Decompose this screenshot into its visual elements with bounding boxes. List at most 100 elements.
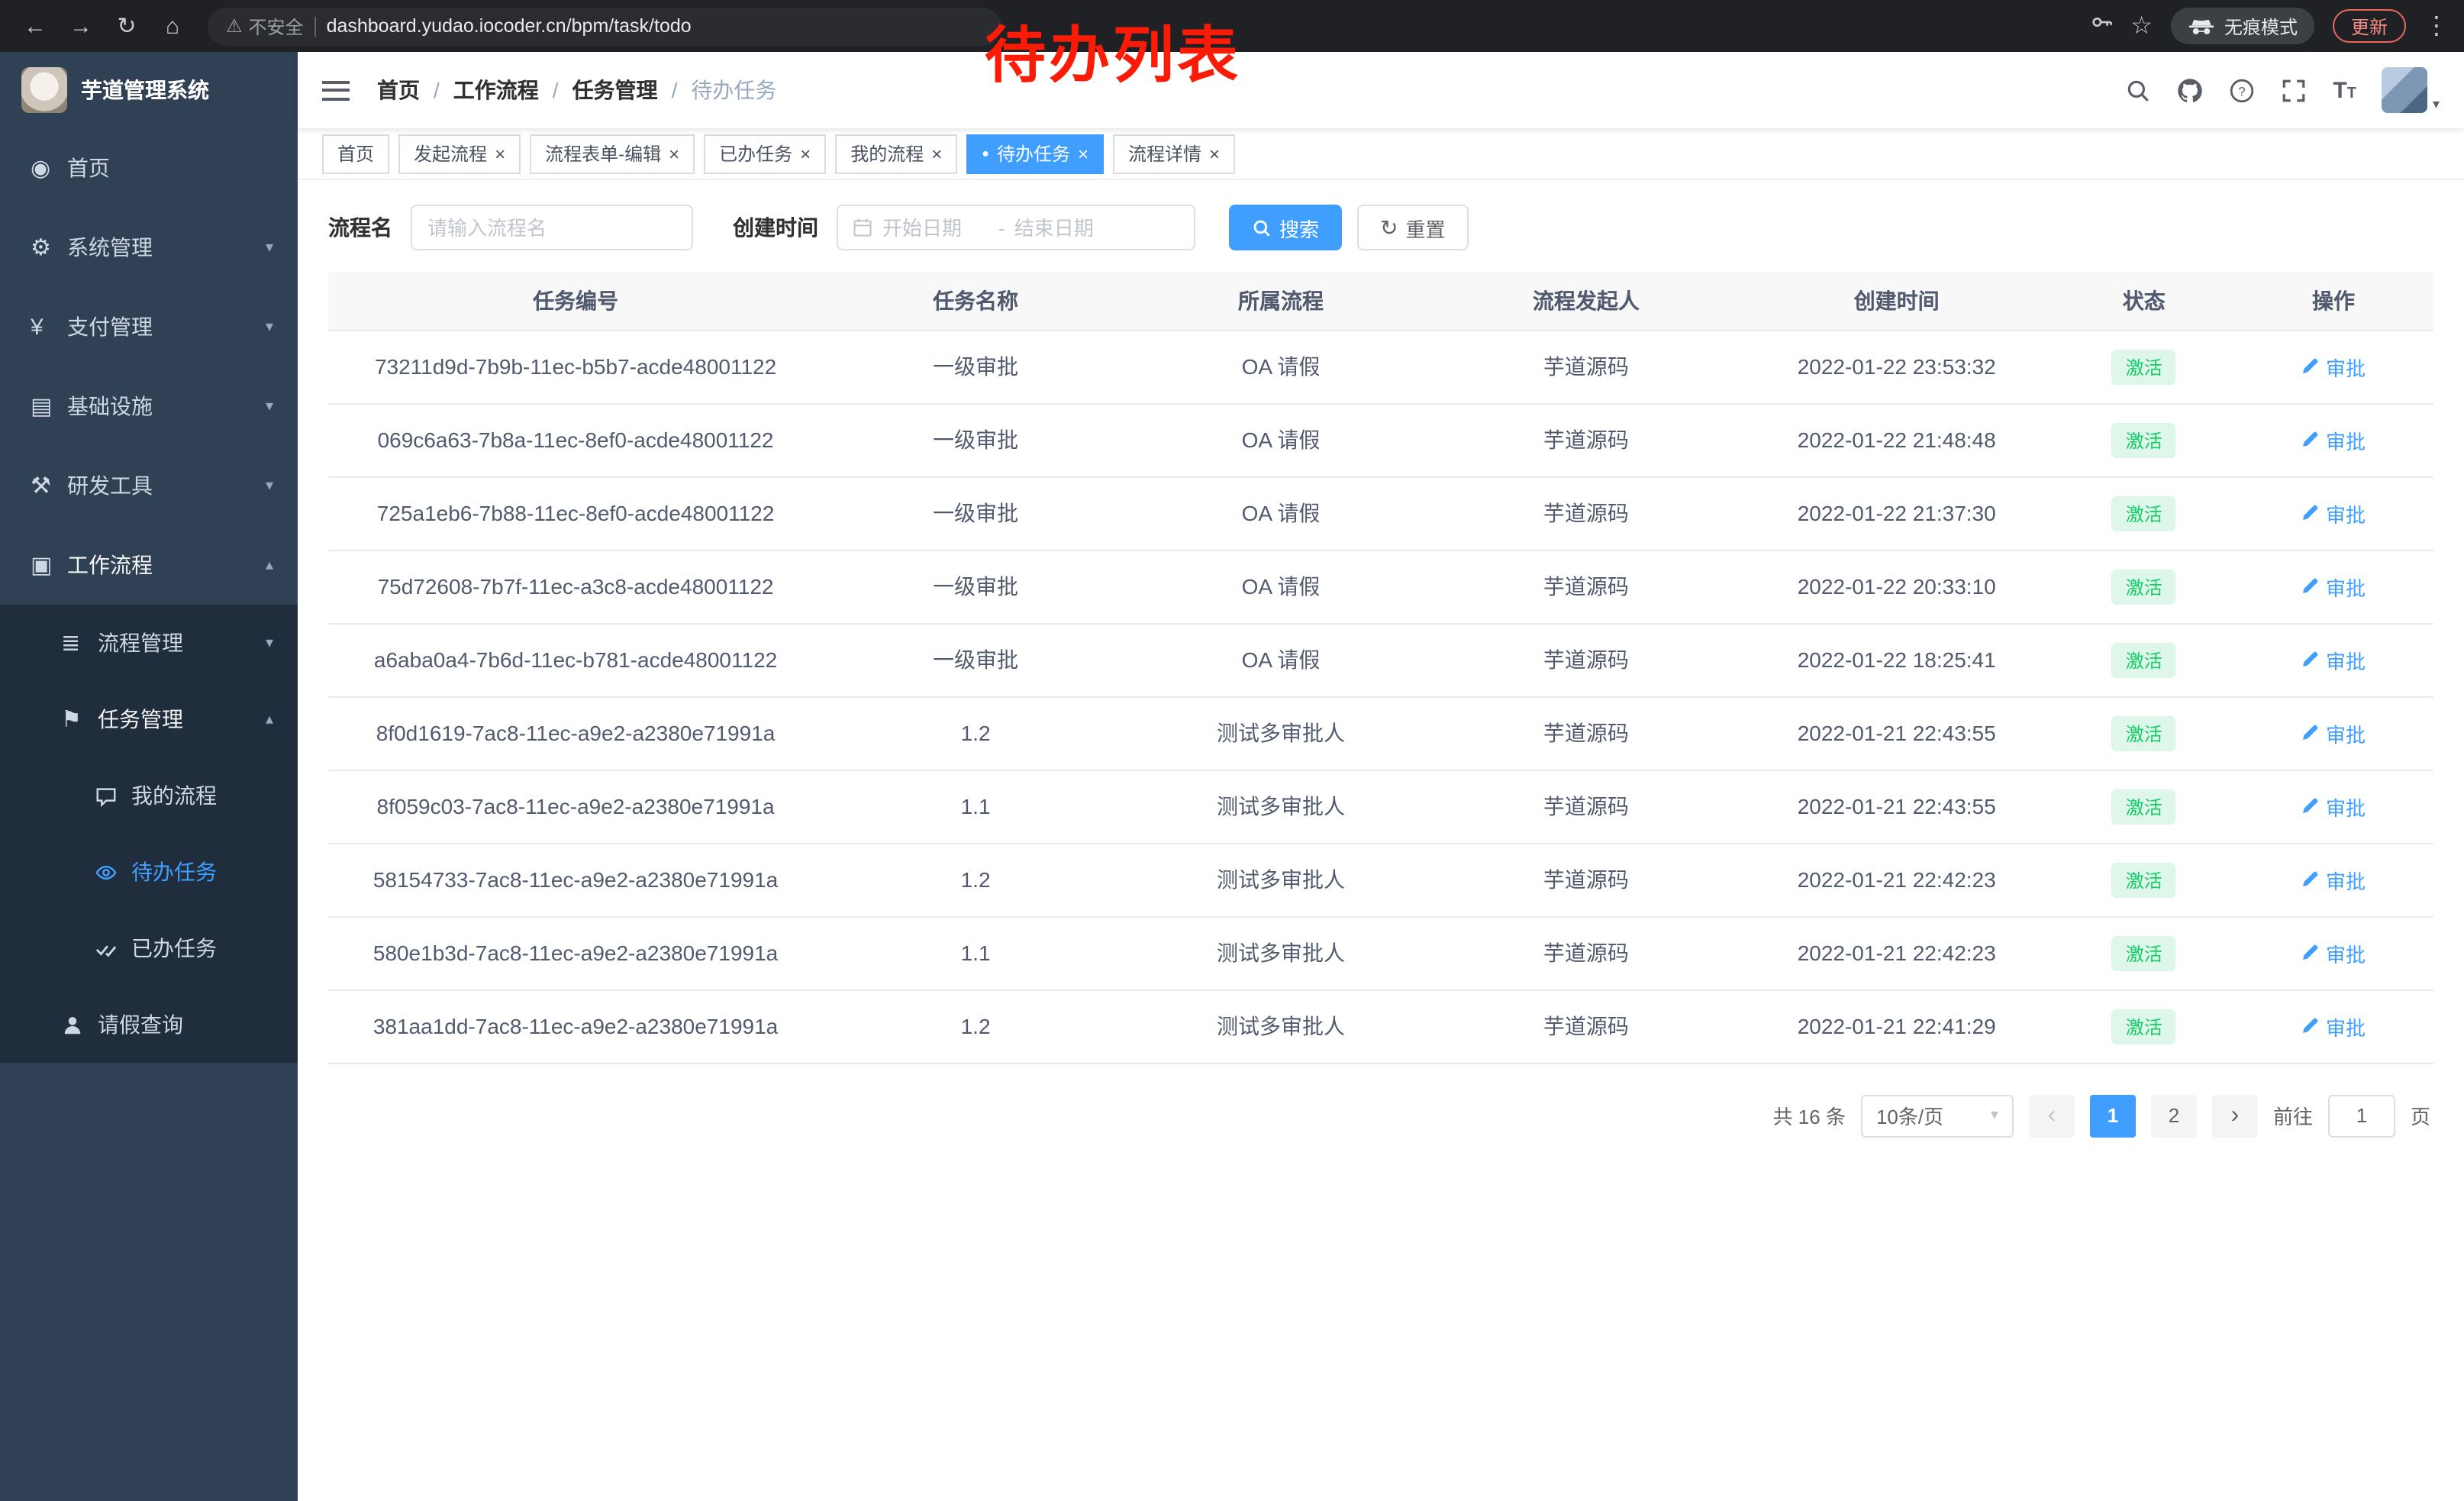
approve-button[interactable]: 审批: [2301, 572, 2366, 601]
sidebar-item-done-tasks[interactable]: 已办任务: [0, 910, 298, 986]
status-badge: 激活: [2112, 862, 2176, 897]
security-indicator[interactable]: ⚠ 不安全: [226, 13, 304, 39]
date-range-picker[interactable]: -: [837, 205, 1195, 250]
approve-button[interactable]: 审批: [2301, 938, 2366, 967]
person-icon: [61, 1013, 98, 1036]
calendar-icon: [852, 217, 873, 238]
chevron-down-icon: ▾: [266, 239, 273, 256]
dashboard-icon: ◉: [31, 154, 67, 182]
browser-back-icon[interactable]: ←: [15, 6, 55, 46]
tab-my-process[interactable]: 我的流程 ×: [835, 134, 957, 173]
eye-icon: [95, 860, 131, 883]
sidebar-item-task-management[interactable]: ⚑ 任务管理 ▴: [0, 681, 298, 757]
col-action: 操作: [2233, 272, 2433, 330]
font-size-icon[interactable]: TT: [2333, 77, 2356, 103]
sidebar-item-payment[interactable]: ¥ 支付管理 ▾: [0, 287, 298, 366]
sidebar-item-devtools[interactable]: ⚒ 研发工具 ▾: [0, 446, 298, 525]
create-time-label: 创建时间: [733, 212, 818, 243]
browser-forward-icon[interactable]: →: [61, 6, 101, 46]
breadcrumb-workflow[interactable]: 工作流程: [453, 75, 539, 105]
search-button[interactable]: 搜索: [1229, 205, 1342, 250]
table-row: 725a1eb6-7b88-11ec-8ef0-acde48001122 一级审…: [328, 476, 2433, 550]
col-status: 状态: [2055, 272, 2233, 330]
start-date-input[interactable]: [882, 216, 989, 239]
sidebar-item-infrastructure[interactable]: ▤ 基础设施 ▾: [0, 366, 298, 446]
breadcrumb-current: 待办任务: [691, 75, 776, 105]
approve-button[interactable]: 审批: [2301, 1012, 2366, 1041]
sidebar-item-leave-query[interactable]: 请假查询: [0, 986, 298, 1063]
filter-bar: 流程名 创建时间 - 搜索 ↻ 重置: [298, 205, 2464, 250]
update-button[interactable]: 更新: [2333, 9, 2406, 43]
edit-icon: [2301, 650, 2320, 669]
table-header-row: 任务编号 任务名称 所属流程 流程发起人 创建时间 状态 操作: [328, 272, 2433, 330]
browser-menu-icon[interactable]: ⋮: [2424, 11, 2449, 41]
page-size-select[interactable]: 10条/页 ▾: [1861, 1094, 2014, 1137]
chevron-down-icon: ▾: [266, 318, 273, 335]
approve-button[interactable]: 审批: [2301, 499, 2366, 528]
close-icon[interactable]: ×: [1209, 144, 1220, 163]
sidebar-item-workflow[interactable]: ▣ 工作流程 ▴: [0, 525, 298, 605]
tab-done-tasks[interactable]: 已办任务 ×: [704, 134, 826, 173]
tab-todo-tasks[interactable]: ● 待办任务 ×: [966, 134, 1104, 173]
edit-icon: [2301, 797, 2320, 815]
sidebar-item-process-management[interactable]: ≣ 流程管理 ▾: [0, 605, 298, 681]
reset-button[interactable]: ↻ 重置: [1357, 205, 1469, 250]
sidebar-toggle-icon[interactable]: [322, 75, 350, 105]
col-process: 所属流程: [1128, 272, 1434, 330]
tab-home[interactable]: 首页: [322, 134, 389, 173]
approve-button[interactable]: 审批: [2301, 352, 2366, 381]
sidebar-item-todo-tasks[interactable]: 待办任务: [0, 834, 298, 910]
close-icon[interactable]: ×: [931, 144, 942, 163]
close-icon[interactable]: ×: [495, 144, 505, 163]
next-page-button[interactable]: ›: [2212, 1094, 2258, 1137]
divider: [314, 16, 316, 36]
tab-form-edit[interactable]: 流程表单-编辑 ×: [530, 134, 695, 173]
approve-button[interactable]: 审批: [2301, 425, 2366, 454]
github-icon[interactable]: [2177, 77, 2203, 103]
fullscreen-icon[interactable]: [2281, 77, 2307, 103]
annotation-text: 待办列表: [985, 6, 1241, 95]
app-logo: 芋道管理系统: [0, 52, 298, 128]
close-icon[interactable]: ×: [1078, 144, 1088, 163]
prev-page-button[interactable]: ‹: [2029, 1094, 2075, 1137]
goto-page-input[interactable]: [2328, 1094, 2395, 1137]
edit-icon: [2301, 1017, 2320, 1035]
bookmark-star-icon[interactable]: ☆: [2130, 11, 2153, 41]
breadcrumb-task-management[interactable]: 任务管理: [572, 75, 658, 105]
svg-text:?: ?: [2239, 83, 2246, 98]
address-bar[interactable]: ⚠ 不安全 dashboard.yudao.iocoder.cn/bpm/tas…: [208, 7, 1001, 45]
process-name-input[interactable]: [411, 205, 693, 250]
approve-button[interactable]: 审批: [2301, 718, 2366, 747]
approve-button[interactable]: 审批: [2301, 792, 2366, 821]
page-button-2[interactable]: 2: [2151, 1094, 2197, 1137]
table-row: 58154733-7ac8-11ec-a9e2-a2380e71991a 1.2…: [328, 843, 2433, 916]
end-date-input[interactable]: [1014, 216, 1121, 239]
approve-button[interactable]: 审批: [2301, 645, 2366, 674]
sidebar-item-home[interactable]: ◉ 首页: [0, 128, 298, 208]
key-icon[interactable]: [2089, 11, 2112, 41]
tab-start-process[interactable]: 发起流程 ×: [398, 134, 521, 173]
page-button-1[interactable]: 1: [2090, 1094, 2136, 1137]
user-menu[interactable]: ▾: [2382, 67, 2440, 113]
sidebar: 芋道管理系统 ◉ 首页 ⚙ 系统管理 ▾ ¥ 支付管理 ▾ ▤ 基础设施 ▾ ⚒…: [0, 52, 298, 1501]
browser-home-icon[interactable]: ⌂: [153, 6, 192, 46]
approve-button[interactable]: 审批: [2301, 865, 2366, 894]
browser-reload-icon[interactable]: ↻: [107, 6, 147, 46]
sidebar-item-system[interactable]: ⚙ 系统管理 ▾: [0, 208, 298, 287]
edit-icon: [2301, 577, 2320, 596]
tab-process-detail[interactable]: 流程详情 ×: [1113, 134, 1235, 173]
breadcrumb-home[interactable]: 首页: [377, 75, 420, 105]
help-icon[interactable]: ?: [2229, 77, 2255, 103]
breadcrumb: 首页 / 工作流程 / 任务管理 / 待办任务: [377, 75, 776, 105]
close-icon[interactable]: ×: [800, 144, 811, 163]
browser-actions: ☆ 无痕模式 更新 ⋮: [2089, 8, 2449, 44]
close-icon[interactable]: ×: [669, 144, 679, 163]
search-icon[interactable]: [2125, 77, 2151, 103]
status-badge: 激活: [2112, 935, 2176, 970]
search-icon: [1252, 218, 1272, 237]
edit-icon: [2301, 357, 2320, 376]
process-list-icon: ≣: [61, 629, 98, 657]
tabs-bar: 首页 发起流程 × 流程表单-编辑 × 已办任务 × 我的流程 × ● 待办任务…: [298, 128, 2464, 180]
tools-icon: ⚒: [31, 472, 67, 499]
sidebar-item-my-process[interactable]: 我的流程: [0, 757, 298, 834]
